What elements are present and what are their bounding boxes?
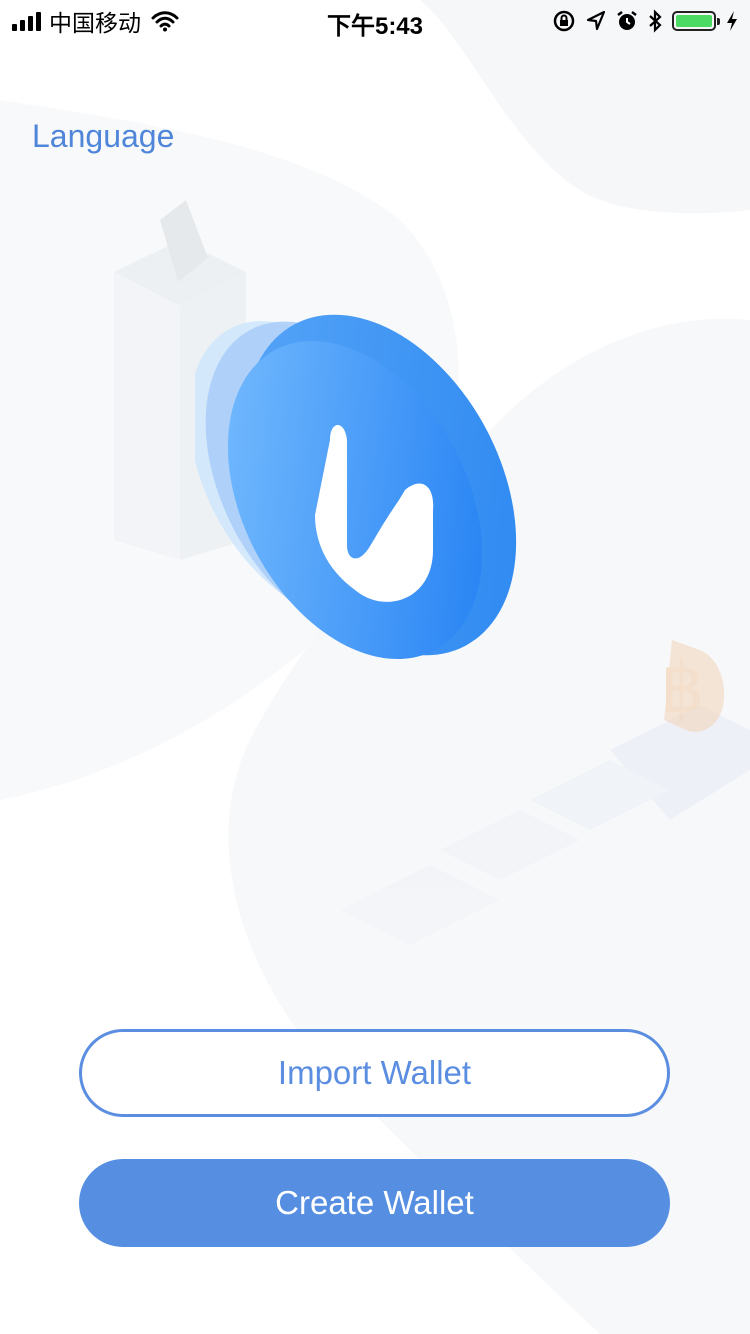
import-wallet-button[interactable]: Import Wallet [79,1029,670,1117]
charging-icon [727,11,737,31]
battery-icon [672,11,720,31]
rotation-lock-icon [553,10,575,32]
svg-text:฿: ฿ [660,647,705,729]
location-icon [586,10,606,31]
app-logo-icon [195,314,517,660]
language-link[interactable]: Language [32,118,174,155]
alarm-icon [617,11,637,30]
status-bar: 中国移动 下午5:43 [0,0,750,40]
status-right [552,7,738,35]
create-wallet-button[interactable]: Create Wallet [79,1159,670,1247]
bluetooth-icon [649,9,662,33]
